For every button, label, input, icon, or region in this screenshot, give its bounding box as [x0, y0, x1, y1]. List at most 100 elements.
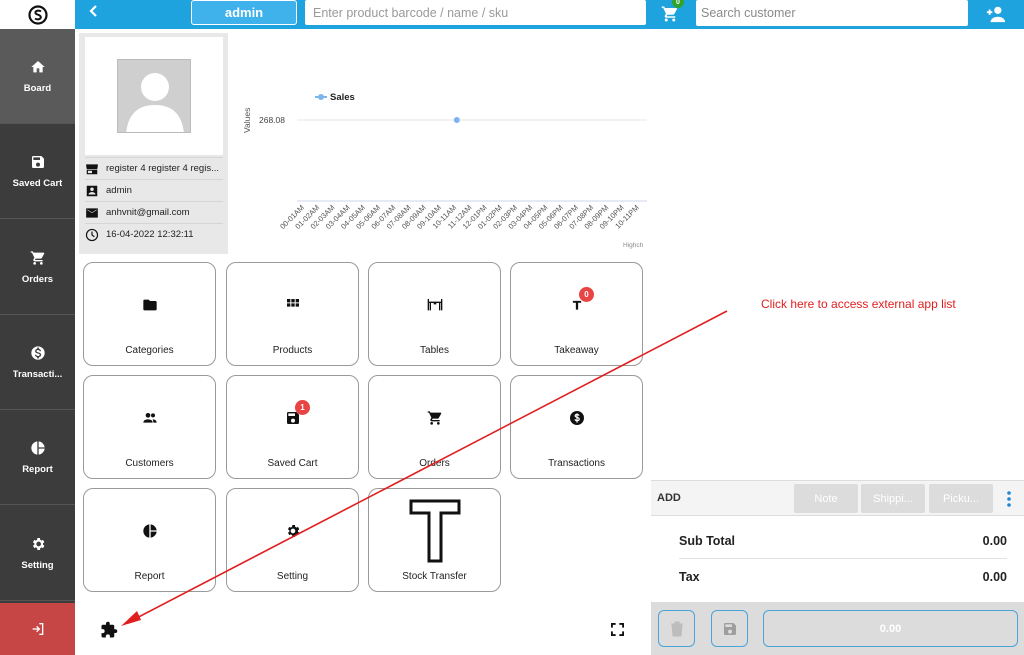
bottom-bar [75, 603, 651, 655]
avatar-placeholder-icon [126, 73, 184, 132]
chevron-left-icon[interactable] [87, 4, 101, 18]
sidebar-item-saved-cart[interactable]: Saved Cart [0, 124, 75, 219]
tax-label: Tax [679, 570, 700, 584]
pickup-button[interactable]: Picku... [929, 484, 993, 513]
profile-user-row: admin [85, 179, 223, 201]
mail-icon [86, 207, 98, 218]
trash-icon [670, 621, 683, 636]
profile-email-row: anhvnit@gmail.com [85, 201, 223, 223]
tax-row: Tax 0.00 [679, 559, 1007, 595]
tile-label: Report [134, 571, 165, 582]
sales-chart-svg: Sales Values 268.08 00-01AM01-02AM02-03A… [242, 92, 647, 249]
avatar [117, 59, 191, 133]
tile-report[interactable]: Report [83, 488, 216, 592]
tile-label: Setting [276, 571, 309, 582]
logout-icon [32, 623, 43, 635]
tile-categories[interactable]: Categories [83, 262, 216, 366]
sidebar: Board Saved Cart Orders Transacti... Rep… [0, 0, 75, 655]
chart-x-ticks: 00-01AM01-02AM02-03AM03-04AM04-05AM05-06… [278, 203, 641, 231]
subtotal-value: 0.00 [982, 533, 1007, 548]
table-icon [427, 299, 442, 311]
tile-products[interactable]: Products [226, 262, 359, 366]
gear-icon [32, 537, 44, 550]
chart-legend-label: Sales [330, 92, 355, 103]
logout-button[interactable] [0, 603, 75, 655]
tile-label: Products [272, 345, 313, 356]
tile-stock-transfer[interactable]: Stock Transfer [368, 488, 501, 592]
sidebar-item-board[interactable]: Board [0, 29, 75, 124]
tile-transactions[interactable]: Transactions [510, 375, 643, 479]
user-card-icon [86, 185, 98, 196]
add-user-icon[interactable] [985, 4, 1007, 24]
annotation-text: Click here to access external app list [761, 297, 956, 311]
delete-cart-button[interactable] [658, 610, 695, 647]
sidebar-item-label: Orders [21, 273, 54, 285]
notification-badge: 0 [579, 287, 594, 302]
chart-y-axis-label: Values [242, 108, 252, 133]
top-bar: admin [75, 0, 705, 29]
chart-y-tick: 268.08 [259, 115, 285, 125]
clock-icon [85, 228, 99, 241]
folder-icon [142, 299, 157, 311]
chart-legend[interactable]: Sales [315, 92, 355, 103]
profile-email: anhvnit@gmail.com [106, 207, 190, 218]
tile-orders[interactable]: Orders [368, 375, 501, 479]
sales-chart: Sales Values 268.08 00-01AM 01-02AM 02-03A… [233, 33, 647, 254]
tile-customers[interactable]: Customers [83, 375, 216, 479]
store-icon [86, 163, 98, 174]
tile-tables[interactable]: Tables [368, 262, 501, 366]
fullscreen-icon[interactable] [611, 623, 624, 636]
checkout-bar: 0.00 [651, 602, 1024, 655]
dollar-icon [569, 411, 584, 425]
profile-register: register 4 register 4 regis... [106, 163, 219, 174]
tile-label: Saved Cart [267, 458, 318, 469]
totals-panel: Sub Total 0.00 Tax 0.00 [651, 516, 1024, 602]
tile-saved-cart[interactable]: Saved Cart 1 [226, 375, 359, 479]
pie-chart-icon [142, 524, 157, 538]
chart-credit: Highch [623, 242, 644, 249]
subtotal-label: Sub Total [679, 533, 736, 548]
profile-card: register 4 register 4 regis... admin anh… [79, 33, 228, 254]
home-icon [30, 60, 45, 72]
tile-label: Categories [125, 345, 174, 356]
product-search-input[interactable] [305, 0, 646, 25]
tax-value: 0.00 [982, 570, 1007, 584]
pay-button[interactable]: 0.00 [763, 610, 1018, 647]
sidebar-item-label: Transacti... [12, 368, 63, 380]
tile-label: Stock Transfer [402, 571, 467, 582]
pie-chart-icon [30, 440, 45, 455]
dollar-icon [30, 345, 45, 360]
customer-search-input[interactable] [696, 0, 968, 26]
puzzle-icon[interactable] [100, 621, 118, 639]
customer-bar: 0 [651, 0, 1024, 29]
sidebar-item-report[interactable]: Report [0, 410, 75, 505]
tile-label: Takeaway [554, 345, 599, 356]
chart-data-point[interactable] [453, 117, 460, 123]
tile-takeaway[interactable]: Takeaway 0 [510, 262, 643, 366]
users-icon [142, 413, 157, 423]
sidebar-item-setting[interactable]: Setting [0, 506, 75, 601]
sidebar-item-label: Setting [21, 559, 54, 571]
cart-icon [30, 250, 44, 265]
gear-icon [287, 525, 299, 537]
subtotal-row: Sub Total 0.00 [679, 523, 1007, 559]
tile-label: Tables [420, 345, 449, 356]
profile-datetime-row: 16-04-2022 12:32:11 [85, 223, 223, 245]
save-cart-button[interactable] [711, 610, 748, 647]
cart-count-badge: 0 [672, 0, 684, 8]
chart-points [453, 117, 460, 123]
more-vertical-icon[interactable] [1006, 490, 1012, 508]
brand-logo[interactable] [0, 0, 75, 29]
brand-logo-icon [27, 4, 48, 25]
avatar-frame [85, 37, 223, 155]
sidebar-item-transactions[interactable]: Transacti... [0, 315, 75, 410]
profile-register-row: register 4 register 4 regis... [85, 157, 223, 179]
tile-label: Transactions [548, 458, 605, 469]
user-button[interactable]: admin [191, 0, 297, 25]
notification-badge: 1 [295, 400, 310, 415]
tile-setting[interactable]: Setting [226, 488, 359, 592]
sidebar-item-label: Board [23, 82, 52, 94]
sidebar-item-orders[interactable]: Orders [0, 220, 75, 315]
note-button[interactable]: Note [794, 484, 858, 513]
shipping-button[interactable]: Shippi... [861, 484, 925, 513]
